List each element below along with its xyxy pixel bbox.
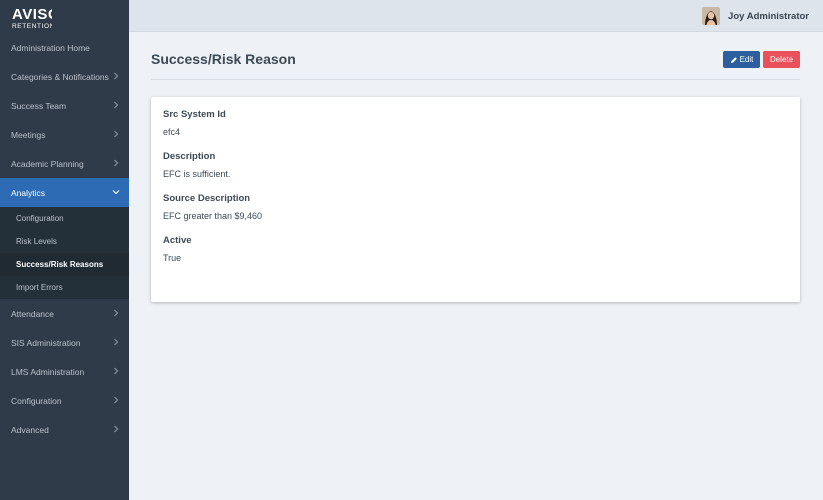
sidebar-item-label: Administration Home xyxy=(11,42,90,53)
chevron-right-icon xyxy=(114,367,119,375)
field-active: Active True xyxy=(163,235,788,264)
edit-button[interactable]: Edit xyxy=(723,51,760,68)
field-value: True xyxy=(163,253,182,263)
field-description: Description EFC is sufficient. xyxy=(163,151,788,180)
sidebar-item-label: LMS Administration xyxy=(11,366,85,377)
header-divider xyxy=(151,79,800,80)
sidebar-item-academic-planning[interactable]: Academic Planning xyxy=(0,149,129,178)
submenu-item-risk-levels[interactable]: Risk Levels xyxy=(0,230,129,253)
delete-button-label: Delete xyxy=(769,55,794,64)
chevron-right-icon xyxy=(114,309,119,317)
user-menu[interactable]: Joy Administrator xyxy=(702,7,809,25)
chevron-right-icon xyxy=(114,338,119,346)
submenu-item-label: Risk Levels xyxy=(16,237,57,246)
sidebar-item-attendance[interactable]: Attendance xyxy=(0,299,129,328)
chevron-right-icon xyxy=(114,425,119,433)
sidebar-item-label: Configuration xyxy=(11,395,62,406)
sidebar-item-label: Attendance xyxy=(11,308,55,319)
sidebar-item-label: Meetings xyxy=(11,129,46,140)
field-label: Description xyxy=(163,151,216,162)
sidebar-item-categories-notifications[interactable]: Categories & Notifications xyxy=(0,62,129,91)
analytics-submenu: Configuration Risk Levels Success/Risk R… xyxy=(0,207,129,299)
aviso-logo[interactable]: AVISO RETENTION xyxy=(0,0,129,33)
sidebar-item-administration-home[interactable]: Administration Home xyxy=(0,33,129,62)
sidebar-item-label: Advanced xyxy=(11,424,49,435)
delete-button[interactable]: Delete xyxy=(763,51,800,68)
field-value: efc4 xyxy=(163,127,181,137)
submenu-item-success-risk-reasons[interactable]: Success/Risk Reasons xyxy=(0,253,129,276)
chevron-right-icon xyxy=(114,396,119,404)
page-title: Success/Risk Reason xyxy=(151,51,296,67)
field-src-system-id: Src System Id efc4 xyxy=(163,109,788,138)
user-name: Joy Administrator xyxy=(728,10,809,22)
sidebar-nav: Administration Home Categories & Notific… xyxy=(0,33,129,207)
edit-button-label: Edit xyxy=(739,55,754,64)
field-source-description: Source Description EFC greater than $9,4… xyxy=(163,193,788,222)
sidebar-item-success-team[interactable]: Success Team xyxy=(0,91,129,120)
sidebar-item-label: Analytics xyxy=(11,187,46,198)
submenu-item-import-errors[interactable]: Import Errors xyxy=(0,276,129,299)
sidebar-item-label: Success Team xyxy=(11,100,67,111)
chevron-right-icon xyxy=(114,159,119,167)
field-label: Active xyxy=(163,235,192,246)
submenu-item-label: Success/Risk Reasons xyxy=(16,260,104,269)
sidebar-item-label: Categories & Notifications xyxy=(11,71,109,82)
sidebar-item-configuration[interactable]: Configuration xyxy=(0,386,129,415)
sidebar: AVISO RETENTION Administration Home Cate… xyxy=(0,0,129,500)
pencil-icon xyxy=(730,56,737,63)
sidebar-item-meetings[interactable]: Meetings xyxy=(0,120,129,149)
detail-card: Src System Id efc4 Description EFC is su… xyxy=(151,97,800,302)
sidebar-item-label: SIS Administration xyxy=(11,337,81,348)
chevron-right-icon xyxy=(114,130,119,138)
sidebar-nav-lower: Attendance SIS Administration LMS Admini… xyxy=(0,299,129,444)
main-content: Success/Risk Reason Edit Delete Src Syst… xyxy=(129,32,823,500)
chevron-down-icon xyxy=(112,190,120,195)
field-label: Source Description xyxy=(163,193,251,204)
chevron-right-icon xyxy=(114,101,119,109)
chevron-right-icon xyxy=(114,72,119,80)
submenu-item-label: Import Errors xyxy=(16,283,63,292)
field-value: EFC greater than $9,460 xyxy=(163,211,263,221)
top-bar: Joy Administrator xyxy=(129,0,823,32)
sidebar-item-analytics[interactable]: Analytics xyxy=(0,178,129,207)
field-label: Src System Id xyxy=(163,109,226,120)
sidebar-item-advanced[interactable]: Advanced xyxy=(0,415,129,444)
sidebar-item-sis-administration[interactable]: SIS Administration xyxy=(0,328,129,357)
submenu-item-configuration[interactable]: Configuration xyxy=(0,207,129,230)
svg-text:RETENTION: RETENTION xyxy=(12,23,52,30)
field-value: EFC is sufficient. xyxy=(163,169,231,179)
submenu-item-label: Configuration xyxy=(16,214,64,223)
sidebar-item-label: Academic Planning xyxy=(11,158,84,169)
svg-text:AVISO: AVISO xyxy=(12,6,52,23)
avatar[interactable] xyxy=(702,7,721,25)
sidebar-item-lms-administration[interactable]: LMS Administration xyxy=(0,357,129,386)
